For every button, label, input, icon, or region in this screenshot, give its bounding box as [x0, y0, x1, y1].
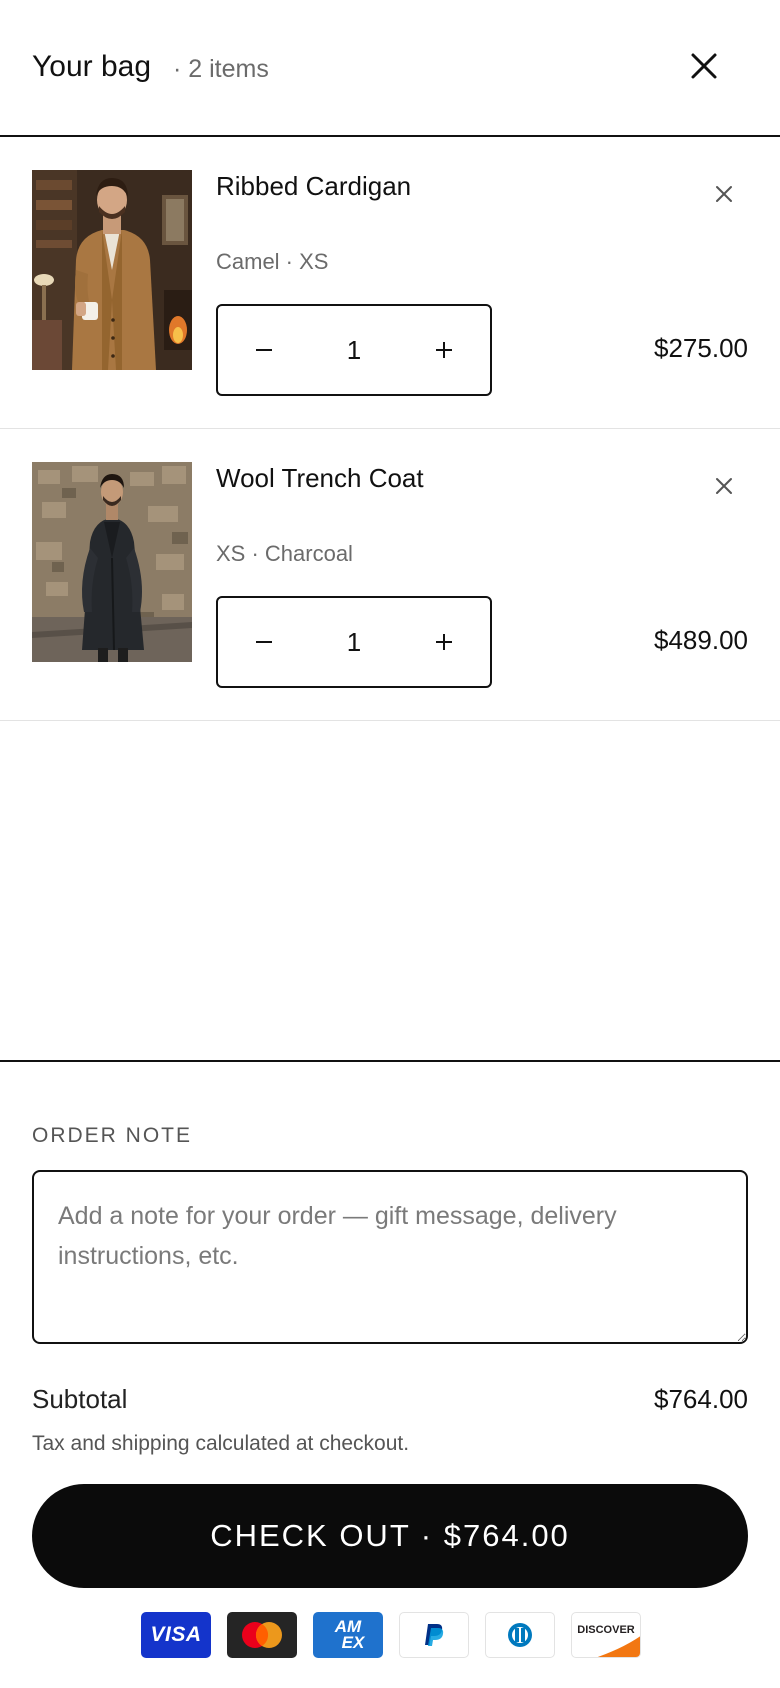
product-image-ribbed-cardigan[interactable] — [32, 170, 192, 370]
paypal-icon — [399, 1612, 469, 1658]
plus-icon — [436, 634, 452, 650]
cart-footer: ORDER NOTE Subtotal $764.00 Tax and ship… — [0, 1060, 780, 1688]
cart-item-count: · 2 items — [173, 55, 269, 83]
order-note-label: ORDER NOTE — [32, 1124, 193, 1147]
subtotal-label: Subtotal — [32, 1384, 128, 1414]
plus-icon — [436, 342, 452, 358]
remove-item-button[interactable] — [712, 474, 736, 498]
minus-icon — [256, 349, 272, 351]
item-price: $489.00 — [654, 625, 748, 655]
subtotal-value: $764.00 — [654, 1384, 748, 1414]
quantity-stepper: 1 — [216, 304, 492, 396]
close-icon — [716, 186, 732, 202]
quantity-stepper: 1 — [216, 596, 492, 688]
remove-item-button[interactable] — [712, 182, 736, 206]
visa-icon: VISA — [141, 1612, 211, 1658]
diners-club-icon — [485, 1612, 555, 1658]
checkout-button[interactable]: CHECK OUT · $764.00 — [32, 1484, 748, 1588]
item-name[interactable]: Wool Trench Coat — [216, 463, 424, 494]
cart-line-item: Ribbed Cardigan Camel · XS 1 $275.00 — [0, 137, 780, 429]
item-variant: XS · Charcoal — [216, 541, 353, 566]
increase-quantity-button[interactable] — [398, 306, 490, 394]
tax-shipping-note: Tax and shipping calculated at checkout. — [32, 1432, 410, 1455]
product-image-wool-trench-coat[interactable] — [32, 462, 192, 662]
decrease-quantity-button[interactable] — [218, 598, 310, 686]
order-note-input[interactable] — [32, 1170, 748, 1344]
increase-quantity-button[interactable] — [398, 598, 490, 686]
cart-title: Your bag — [32, 50, 152, 83]
close-icon — [716, 478, 732, 494]
discover-icon: DISCOVER — [571, 1612, 641, 1658]
minus-icon — [256, 641, 272, 643]
cart-line-item: Wool Trench Coat XS · Charcoal 1 $489.00 — [0, 429, 780, 721]
quantity-value[interactable]: 1 — [310, 598, 398, 686]
amex-icon: AM EX — [313, 1612, 383, 1658]
decrease-quantity-button[interactable] — [218, 306, 310, 394]
quantity-value[interactable]: 1 — [310, 306, 398, 394]
mastercard-icon — [227, 1612, 297, 1658]
cart-header: Your bag · 2 items — [0, 0, 780, 137]
payment-methods: VISA AM EX DISCOVER — [141, 1612, 641, 1658]
item-name[interactable]: Ribbed Cardigan — [216, 171, 411, 202]
item-price: $275.00 — [654, 333, 748, 363]
close-icon — [691, 53, 717, 79]
close-cart-button[interactable] — [686, 48, 722, 84]
item-variant: Camel · XS — [216, 249, 329, 274]
